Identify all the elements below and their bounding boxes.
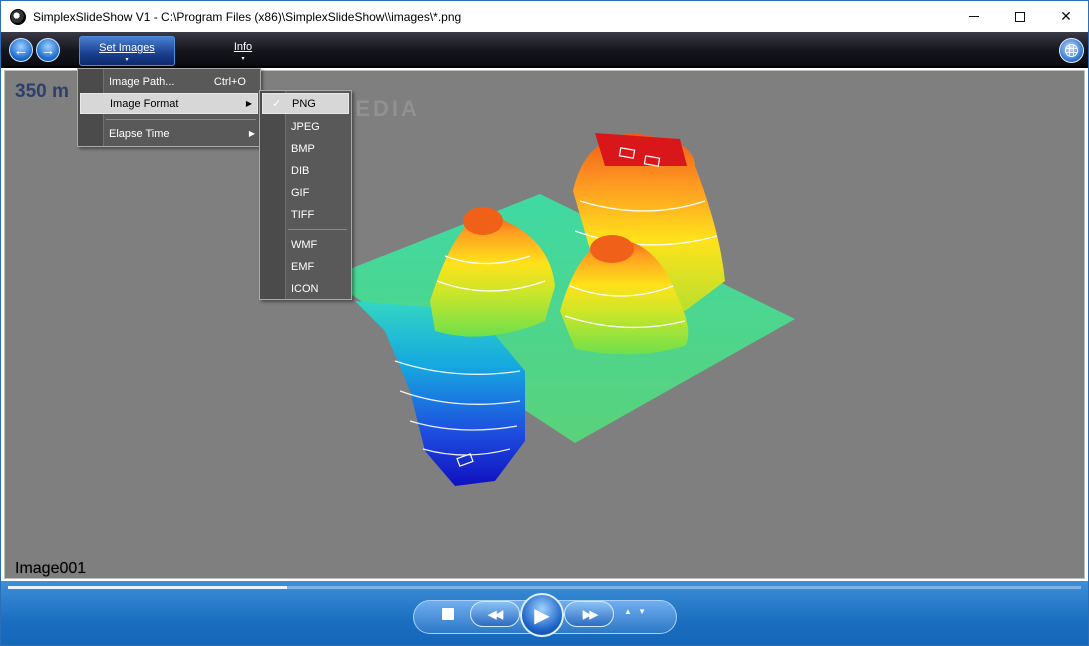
format-label: EMF (291, 260, 315, 273)
globe-button[interactable] (1059, 38, 1084, 63)
format-label: DIB (291, 164, 310, 177)
format-item-wmf[interactable]: WMF (260, 234, 351, 255)
forward-button[interactable]: → (36, 38, 60, 62)
app-window: SimplexSlideShow V1 - C:\Program Files (… (0, 0, 1089, 646)
format-label: TIFF (291, 208, 315, 221)
title-bar: SimplexSlideShow V1 - C:\Program Files (… (1, 1, 1088, 32)
checkmark-icon: ✓ (272, 98, 282, 110)
volume-arrows-icon[interactable]: ▲ ▼ (624, 607, 648, 616)
submenu-arrow-icon: ▶ (248, 129, 255, 138)
format-item-icon[interactable]: ICON (260, 278, 351, 299)
slide-image: SOFTPEDIA (267, 96, 795, 486)
progress-bar[interactable] (8, 586, 1081, 589)
info-menu-button[interactable]: Info ▾ (219, 36, 267, 66)
arrow-right-icon: → (40, 41, 56, 59)
arrow-left-icon: ← (13, 41, 29, 59)
menu-item-label: Image Format (110, 97, 179, 110)
format-item-png[interactable]: ✓ PNG (262, 93, 349, 114)
menu-separator (106, 119, 256, 120)
back-button[interactable]: ← (9, 38, 33, 62)
format-item-dib[interactable]: DIB (260, 160, 351, 181)
seek-back-button[interactable]: ◀◀I (470, 601, 520, 627)
format-label: ICON (291, 282, 319, 295)
format-item-gif[interactable]: GIF (260, 182, 351, 203)
format-item-tiff[interactable]: TIFF (260, 204, 351, 225)
info-label: Info (233, 41, 253, 53)
menu-item-elapse-time[interactable]: Elapse Time ▶ (78, 123, 260, 144)
format-label: BMP (291, 142, 315, 155)
toolbar: ← → Set Images ▾ Info ▾ (1, 32, 1088, 68)
maximize-button[interactable] (997, 1, 1043, 32)
seek-back-icon: ◀◀I (488, 608, 504, 621)
image-overlay-text: 350 m (15, 81, 69, 102)
menu-item-label: Elapse Time (109, 127, 170, 140)
chevron-down-icon: ▾ (241, 56, 245, 62)
globe-icon (1065, 44, 1078, 57)
minimize-button[interactable] (951, 1, 997, 32)
play-button[interactable]: ▶ (520, 593, 564, 637)
image-format-submenu: ✓ PNG JPEG BMP DIB GIF TIFF WMF EMF ICON (259, 90, 352, 300)
stop-button[interactable] (442, 608, 454, 620)
menu-item-label: Image Path... (109, 75, 175, 88)
format-label: GIF (291, 186, 310, 199)
chevron-down-icon: ▾ (125, 57, 129, 63)
format-item-bmp[interactable]: BMP (260, 138, 351, 159)
set-images-menu-button[interactable]: Set Images ▾ (79, 36, 175, 66)
image-caption: Image001 (15, 560, 87, 577)
progress-fill (8, 586, 287, 589)
format-item-emf[interactable]: EMF (260, 256, 351, 277)
format-label: WMF (291, 238, 318, 251)
format-item-jpeg[interactable]: JPEG (260, 116, 351, 137)
seek-forward-icon: I▶▶ (582, 608, 598, 621)
set-images-label: Set Images (99, 42, 155, 54)
play-icon: ▶ (534, 604, 550, 627)
app-logo-icon (10, 8, 26, 25)
maximize-icon (1015, 11, 1025, 22)
submenu-arrow-icon: ▶ (245, 99, 252, 108)
window-title: SimplexSlideShow V1 - C:\Program Files (… (33, 9, 462, 24)
set-images-dropdown: Image Path... Ctrl+O Image Format ▶ Elap… (77, 68, 261, 147)
menu-item-image-format[interactable]: Image Format ▶ (80, 93, 258, 114)
close-icon: ✕ (1060, 8, 1072, 24)
menu-item-image-path[interactable]: Image Path... Ctrl+O (78, 71, 260, 92)
minimize-icon (969, 16, 979, 17)
menu-item-shortcut: Ctrl+O (213, 75, 246, 88)
format-label: PNG (292, 97, 316, 110)
format-label: JPEG (291, 120, 320, 133)
close-button[interactable]: ✕ (1043, 1, 1088, 32)
menu-separator (288, 229, 347, 230)
seek-forward-button[interactable]: I▶▶ (564, 601, 614, 627)
